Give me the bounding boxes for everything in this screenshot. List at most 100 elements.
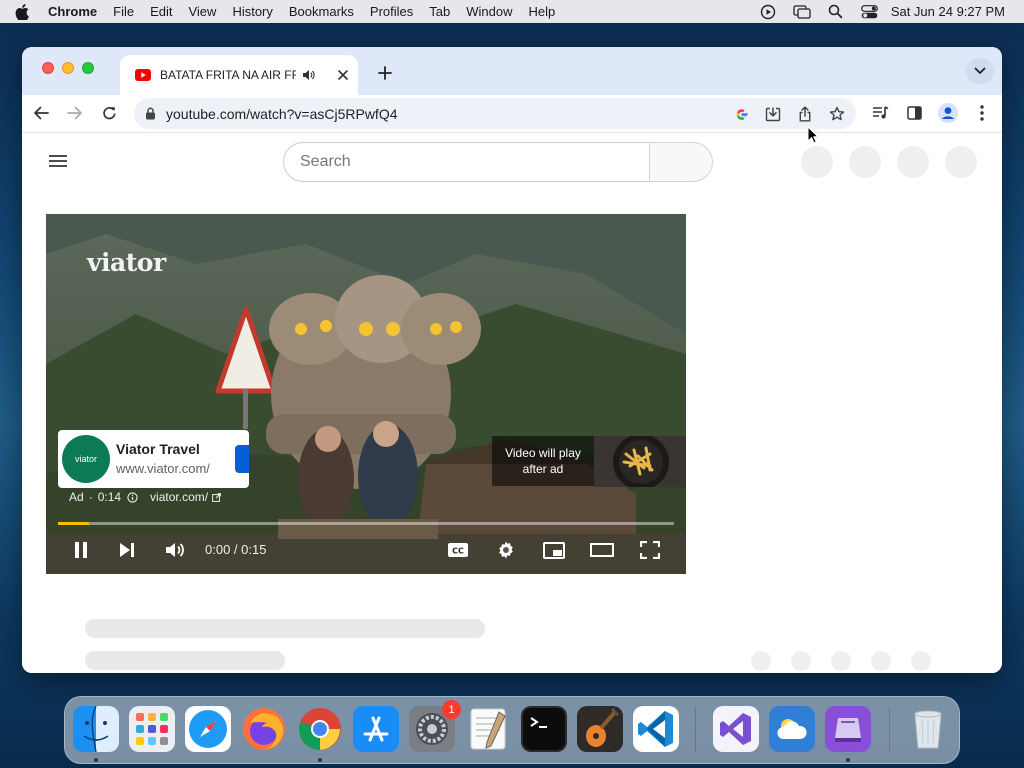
profile-button[interactable] (935, 100, 961, 126)
viator-logo: viator (87, 248, 166, 277)
dock-textedit-icon[interactable] (465, 706, 511, 752)
dock-trash-icon[interactable] (905, 706, 951, 752)
action-skeleton-1 (751, 651, 771, 671)
menu-clock[interactable]: Sat Jun 24 9:27 PM (887, 4, 1024, 19)
menu-help[interactable]: Help (521, 4, 564, 19)
close-window-button[interactable] (42, 62, 54, 74)
menu-edit[interactable]: Edit (142, 4, 180, 19)
side-panel-button[interactable] (901, 100, 927, 126)
dock-garageband-icon[interactable] (577, 706, 623, 752)
url-text[interactable]: youtube.com/watch?v=asCj5RPwfQ4 (166, 106, 398, 122)
install-app-icon[interactable] (761, 102, 785, 126)
zoom-window-button[interactable] (82, 62, 94, 74)
chrome-menu-button[interactable] (969, 100, 995, 126)
advertiser-name[interactable]: Viator Travel (116, 441, 200, 457)
dock-launchpad-icon[interactable] (129, 706, 175, 752)
now-playing-icon[interactable] (751, 0, 785, 23)
apple-menu-icon[interactable] (0, 3, 44, 20)
share-icon[interactable] (793, 102, 817, 126)
menu-window[interactable]: Window (458, 4, 520, 19)
forward-button[interactable] (62, 100, 88, 126)
arrow-left-icon (34, 106, 49, 120)
progress-fill (58, 522, 89, 525)
dock-safari-icon[interactable] (185, 706, 231, 752)
volume-icon (166, 543, 184, 557)
menu-app-name[interactable]: Chrome (44, 4, 105, 19)
tab-title: BATATA FRITA NA AIR FRYER (160, 68, 296, 82)
subtitles-button[interactable]: CC (443, 536, 473, 564)
info-icon[interactable] (127, 491, 138, 503)
chevron-down-icon (974, 67, 986, 74)
minimize-window-button[interactable] (62, 62, 74, 74)
menu-bookmarks[interactable]: Bookmarks (281, 4, 362, 19)
spotlight-search-icon[interactable] (819, 0, 853, 23)
dock-simulator-icon[interactable] (825, 706, 871, 762)
side-panel-icon (906, 106, 922, 120)
video-will-play-after-ad: Video will play after ad (492, 436, 594, 486)
search-input[interactable]: Search (283, 142, 650, 182)
back-button[interactable] (28, 100, 54, 126)
tab-close-icon[interactable] (338, 70, 348, 80)
google-lens-icon[interactable] (729, 102, 753, 126)
header-skeleton-3 (897, 146, 929, 178)
youtube-page: Search viator viator Viator Travel www.v… (22, 134, 1002, 673)
reload-button[interactable] (96, 100, 122, 126)
menu-tab[interactable]: Tab (421, 4, 458, 19)
dock: 1 (64, 696, 960, 764)
pause-icon (75, 542, 87, 558)
tab-audio-playing-icon[interactable] (302, 69, 315, 81)
theater-mode-icon (590, 543, 614, 557)
guide-menu-icon[interactable] (46, 152, 70, 170)
mute-button[interactable] (160, 536, 190, 564)
action-skeleton-4 (871, 651, 891, 671)
ad-domain-link[interactable]: viator.com/ (150, 490, 208, 504)
dock-app-store-icon[interactable] (353, 706, 399, 752)
fullscreen-button[interactable] (635, 536, 665, 564)
channel-skeleton (85, 651, 285, 670)
video-player[interactable]: viator viator Viator Travel www.viator.c… (46, 214, 686, 574)
arrow-right-icon (67, 106, 82, 120)
menu-file[interactable]: File (105, 4, 142, 19)
dock-firefox-icon[interactable] (241, 706, 287, 752)
menu-bar: Chrome File Edit View History Bookmarks … (0, 0, 1024, 23)
miniplayer-button[interactable] (539, 536, 569, 564)
lock-icon[interactable] (145, 107, 156, 120)
address-bar[interactable]: youtube.com/watch?v=asCj5RPwfQ4 (134, 98, 856, 129)
gear-icon (499, 541, 513, 559)
external-link-icon[interactable] (212, 492, 221, 502)
ad-advertiser-card[interactable]: viator Viator Travel www.viator.com/ (58, 430, 249, 488)
control-center-icon[interactable] (853, 0, 887, 23)
dock-terminal-icon[interactable] (521, 706, 567, 752)
menu-profiles[interactable]: Profiles (362, 4, 421, 19)
miniplayer-icon (543, 541, 565, 559)
search-button[interactable] (649, 142, 713, 182)
video-progress-bar[interactable] (58, 522, 674, 525)
advertiser-url[interactable]: www.viator.com/ (116, 461, 210, 476)
mouse-cursor-icon (807, 126, 819, 144)
tab-search-button[interactable] (966, 58, 994, 84)
screen-mirroring-icon[interactable] (785, 0, 819, 23)
ad-separator-dot: · (88, 490, 93, 504)
dock-finder-icon[interactable] (73, 706, 119, 762)
menu-history[interactable]: History (224, 4, 280, 19)
reload-icon (102, 106, 115, 119)
chrome-window: BATATA FRITA NA AIR FRYER (22, 47, 1002, 673)
ad-cta-button[interactable] (235, 445, 249, 473)
menu-view[interactable]: View (180, 4, 224, 19)
dock-chrome-icon[interactable] (297, 706, 343, 762)
dock-vscode-icon[interactable] (633, 706, 679, 752)
media-controls-button[interactable] (867, 100, 893, 126)
theater-mode-button[interactable] (587, 536, 617, 564)
dock-weather-icon[interactable] (769, 706, 815, 752)
pause-button[interactable] (66, 536, 96, 564)
dock-visual-studio-icon[interactable] (713, 706, 759, 752)
ad-countdown: 0:14 (97, 490, 122, 504)
tab-strip: BATATA FRITA NA AIR FRYER (22, 47, 1002, 95)
bookmark-star-icon[interactable] (825, 102, 849, 126)
time-display: 0:00 / 0:15 (205, 542, 267, 557)
new-tab-button[interactable] (372, 60, 398, 86)
dock-system-settings-icon[interactable]: 1 (409, 700, 461, 752)
settings-button[interactable] (491, 536, 521, 564)
next-button[interactable] (112, 536, 142, 564)
tab-youtube-video[interactable]: BATATA FRITA NA AIR FRYER (120, 55, 358, 95)
